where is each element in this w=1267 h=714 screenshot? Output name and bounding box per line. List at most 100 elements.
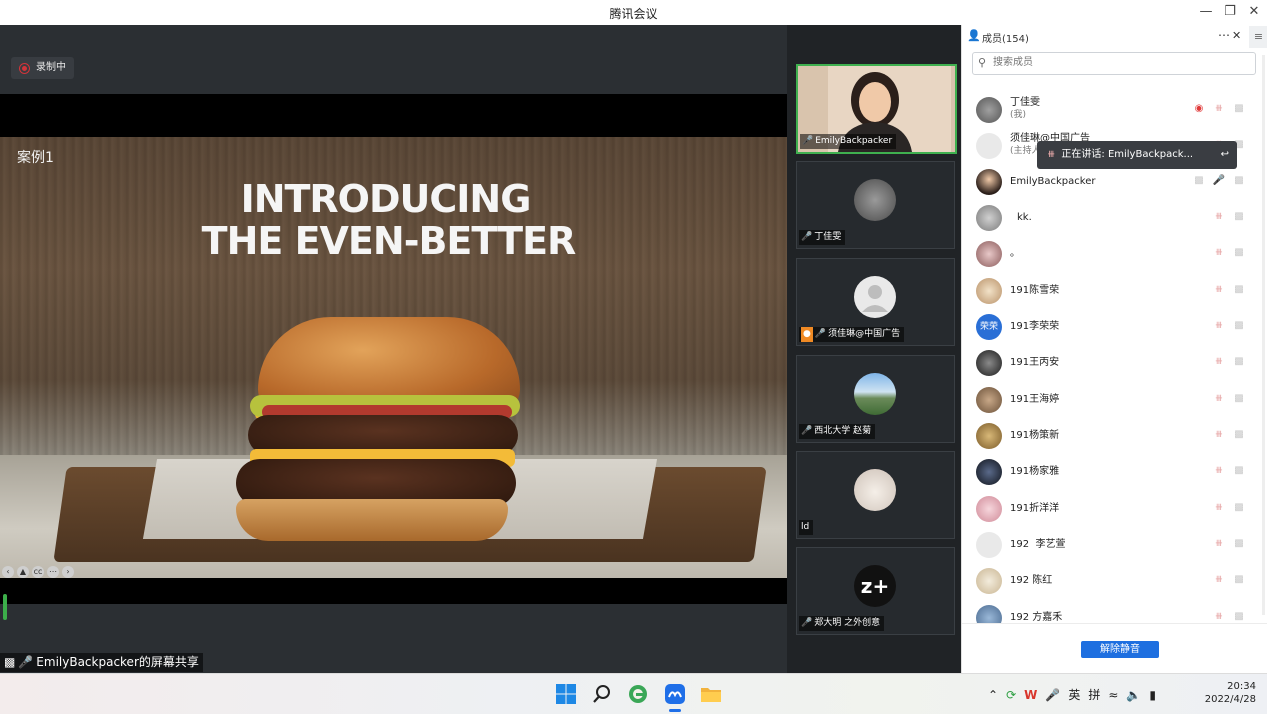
video-tile[interactable]: 🎤 丁佳雯 [796,161,955,249]
member-row[interactable]: 192 方嘉禾 ⧻ ▩ [962,599,1260,623]
member-row[interactable]: 191陈雪荣 ⧻ ▩ [962,272,1260,308]
tile-name: EmilyBackpacker [815,136,893,146]
clock[interactable]: 20:34 2022/4/28 [1200,680,1256,706]
scrollbar[interactable] [1262,55,1265,615]
wps-icon[interactable]: W [1024,688,1037,702]
mic-muted-icon[interactable]: ⧻ [1212,428,1226,442]
avatar [854,179,896,221]
mic-muted-icon[interactable]: ⧻ [1212,464,1226,478]
panel-menu-icon[interactable]: ≡ [1249,26,1267,48]
input-method[interactable]: 拼 [1088,686,1100,703]
video-tile[interactable]: 🎤 EmilyBackpacker [796,64,957,154]
avatar [976,423,1002,449]
mic-muted-icon[interactable]: ⧻ [1212,283,1226,297]
camera-off-icon[interactable]: ▩ [1232,283,1246,297]
camera-off-icon[interactable]: ▩ [1232,355,1246,369]
close-panel-icon[interactable]: ✕ [1232,29,1241,42]
unmute-all-button[interactable]: 解除静音 [1081,641,1159,658]
tencent-meeting-icon[interactable] [663,682,687,706]
member-row[interactable]: 。 ⧻ ▩ [962,235,1260,271]
wifi-icon[interactable]: ≈ [1108,688,1118,702]
members-panel: 👤 成员(154) ⋯ ✕ ≡ ⚲ 丁佳雯(我) ◉⧻▩ 须佳琳@中国广告(主持… [961,25,1267,673]
member-name: 192 陈红 [1010,574,1053,586]
video-tile[interactable]: ld [796,451,955,539]
member-row[interactable]: 191王丙安 ⧻ ▩ [962,344,1260,380]
video-tile[interactable]: 🎤 西北大学 赵菊 [796,355,955,443]
member-row[interactable]: 191王海婷 ⧻ ▩ [962,381,1260,417]
member-name: 。 [1010,247,1020,259]
prev-icon[interactable]: ‹ [2,566,14,578]
volume-icon[interactable]: 🔈 [1126,688,1141,702]
video-tile[interactable]: ● 🎤 须佳琳@中国广告 [796,258,955,346]
camera-off-icon[interactable]: ▩ [1232,246,1246,260]
tile-name: 西北大学 赵菊 [814,426,872,436]
camera-off-icon[interactable]: ▩ [1232,174,1246,188]
mic-muted-icon[interactable]: ⧻ [1212,392,1226,406]
member-row[interactable]: 191杨家雅 ⧻ ▩ [962,453,1260,489]
mic-muted-icon[interactable]: ⧻ [1212,210,1226,224]
mic-muted-icon[interactable]: ⧻ [1212,573,1226,587]
chevron-up-icon[interactable]: ⌃ [988,688,998,702]
member-search[interactable]: ⚲ [972,52,1256,75]
minimize-button[interactable]: — [1195,2,1217,22]
camera-off-icon[interactable]: ▩ [1232,392,1246,406]
mic-muted-icon[interactable]: ⧻ [1212,355,1226,369]
mic-muted-icon[interactable]: ⧻ [1212,319,1226,333]
more-icon[interactable]: ⋯ [47,566,59,578]
search-input[interactable] [991,56,1245,69]
microphone-icon[interactable]: 🎤 [1045,688,1060,702]
avatar [976,532,1002,558]
next-icon[interactable]: › [62,566,74,578]
camera-off-icon[interactable]: ▩ [1232,210,1246,224]
avatar [976,169,1002,195]
member-row[interactable]: 丁佳雯 (我) ◉ ⧻ ▩ [962,91,1260,127]
camera-off-icon[interactable]: ▩ [1232,319,1246,333]
avatar [854,276,896,318]
camera-off-icon[interactable]: ▩ [1232,501,1246,515]
mic-muted-icon[interactable]: ⧻ [1212,246,1226,260]
members-title: 成员(154) [982,34,1029,45]
date: 2022/4/28 [1204,694,1256,705]
battery-icon[interactable]: ▮ [1149,688,1156,702]
member-row[interactable]: 192 李艺萱 ⧻ ▩ [962,526,1260,562]
mic-muted-icon[interactable]: ⧻ [1212,610,1226,623]
member-name: 192 李艺萱 [1010,538,1066,550]
file-explorer-icon[interactable] [699,682,723,706]
edge-browser-icon[interactable] [626,682,650,706]
time: 20:34 [1227,681,1256,692]
camera-off-icon[interactable]: ▩ [1232,464,1246,478]
restore-button[interactable]: ❐ [1219,2,1241,22]
tile-name-label: 🎤 郑大明 之外创意 [799,616,885,631]
avatar [976,205,1002,231]
member-row[interactable]: 191折洋洋 ⧻ ▩ [962,490,1260,526]
pen-icon[interactable]: ▲ [17,566,29,578]
member-row[interactable]: kk. ⧻ ▩ [962,199,1260,235]
mic-muted-icon[interactable]: ⧻ [1212,501,1226,515]
mic-muted-icon[interactable]: ⧻ [1212,537,1226,551]
camera-off-icon[interactable]: ▩ [1232,102,1246,116]
video-tile[interactable]: z+ 🎤 郑大明 之外创意 [796,547,955,635]
mic-active-icon[interactable]: 🎤 [1212,174,1226,188]
input-language[interactable]: 英 [1068,686,1080,703]
member-row[interactable]: 192 陈红 ⧻ ▩ [962,562,1260,598]
camera-off-icon[interactable]: ▩ [1232,610,1246,623]
recording-badge[interactable]: 录制中 [11,57,74,79]
slide-case-label: 案例1 [17,150,54,166]
slide-toolbar: ‹ ▲ cc ⋯ › [2,566,74,578]
caption-icon[interactable]: cc [32,566,44,578]
avatar [976,459,1002,485]
close-button[interactable]: ✕ [1243,2,1265,22]
camera-off-icon[interactable]: ▩ [1232,537,1246,551]
camera-off-icon[interactable]: ▩ [1232,573,1246,587]
slide-heading: THE EVEN-BETTER [201,219,577,263]
member-row[interactable]: 荣荣 191李荣荣 ⧻ ▩ [962,308,1260,344]
search-icon[interactable] [590,682,614,706]
mic-icon: 🎤 [18,655,34,669]
more-options-icon[interactable]: ⋯ [1218,28,1230,42]
member-row[interactable]: 191杨策新 ⧻ ▩ [962,417,1260,453]
camera-off-icon[interactable]: ▩ [1232,428,1246,442]
app-tray-icon[interactable]: ⟳ [1006,688,1016,702]
mic-muted-icon[interactable]: ⧻ [1212,102,1226,116]
member-row[interactable]: EmilyBackpacker ▩ 🎤 ▩ [962,163,1260,199]
windows-start-icon[interactable] [554,682,578,706]
